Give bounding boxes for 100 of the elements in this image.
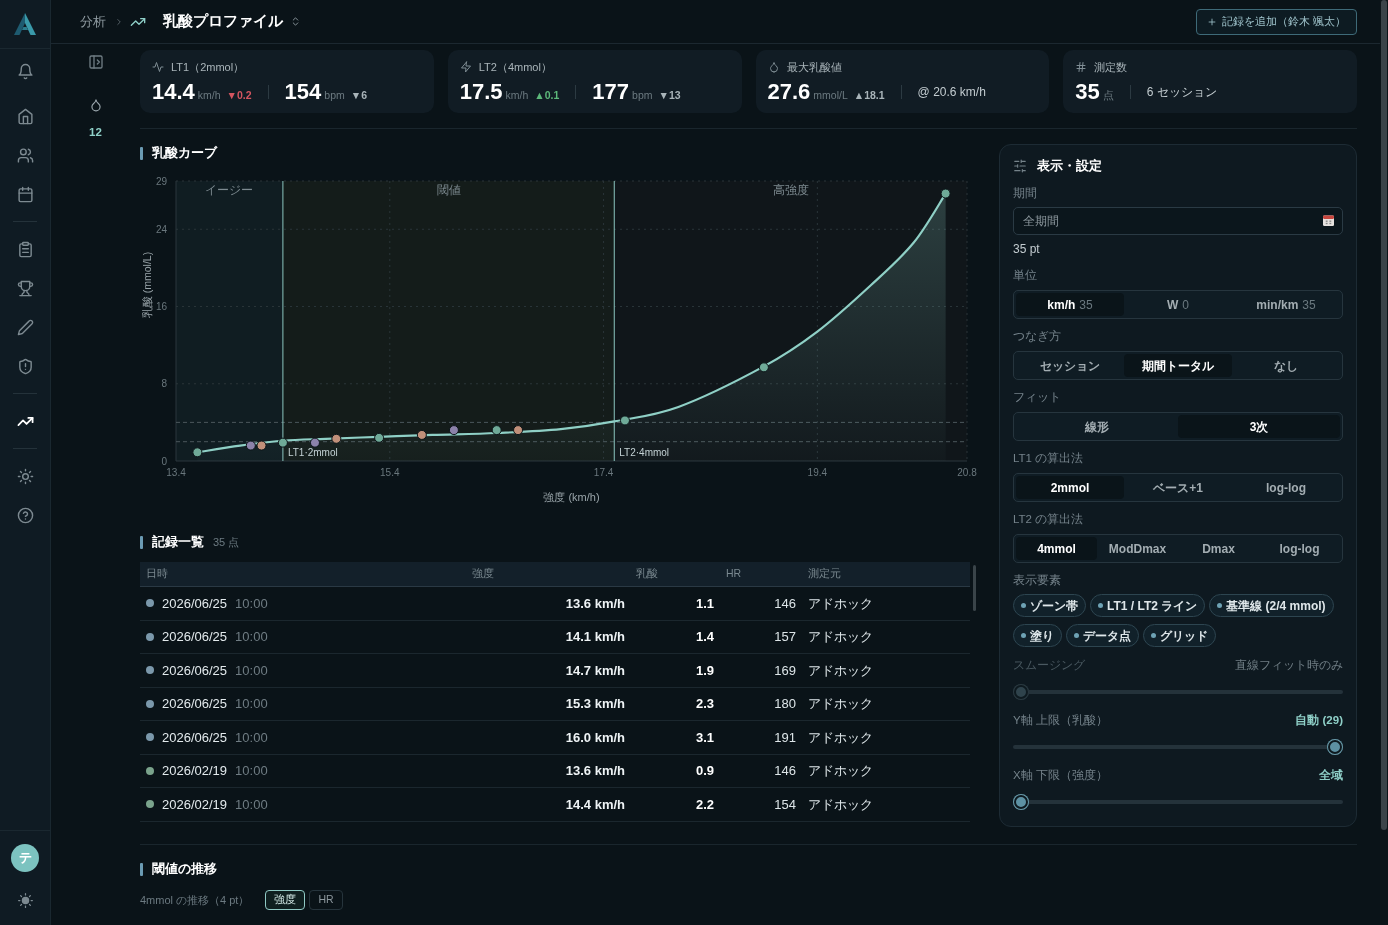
slider-value: 直線フィット時のみ (1235, 658, 1343, 674)
axis-tick-label: 16 (155, 301, 167, 312)
date-text: 2026/06/25 (162, 628, 228, 646)
table-cell-text: 169 (773, 661, 797, 680)
table-cell-text: 157 (773, 628, 797, 646)
table-cell-text: 15.3 km/h (564, 695, 626, 713)
table-cell-text: 146 (773, 594, 797, 613)
table-cell-text: 14.1 km/h (564, 628, 626, 646)
table-cell-text: 16.0 km/h (564, 728, 626, 747)
stat-delta: ▼0.2 (226, 88, 252, 103)
table-cell-text: 0.9 (694, 762, 715, 780)
field-label: 単位 (1013, 268, 1038, 282)
stat-delta: ▲18.1 (853, 88, 885, 103)
option-count: 0 (1182, 296, 1189, 314)
stat-delta: ▼6 (350, 88, 367, 103)
section-title: 閾値の推移 (152, 860, 217, 879)
table-cell-text: 3.1 (694, 728, 715, 747)
section-title: 記録一覧 (152, 533, 204, 552)
stat-unit: bpm (632, 88, 653, 103)
point-count: 35 pt (1013, 242, 1041, 256)
time-text: 10:00 (235, 762, 268, 780)
record-count: 35 点 (213, 534, 240, 550)
slider-value: 全域 (1319, 768, 1343, 784)
table-cell-text: 14.4 km/h (564, 795, 626, 814)
stat-unit: km/h (505, 88, 529, 103)
slider-value: 自動 (29) (1295, 713, 1343, 729)
table-cell-text: 1.1 (694, 594, 715, 613)
table-cell-text: 154 (773, 795, 797, 814)
option-count: 35 (1302, 296, 1316, 314)
stat-value: 27.6 (767, 79, 811, 105)
time-text: 10:00 (235, 594, 268, 613)
axis-tick-label: 29 (155, 175, 167, 187)
stat-value: 177 (592, 79, 630, 105)
date-text: 2026/06/25 (162, 728, 228, 747)
time-text: 10:00 (235, 628, 268, 646)
axis-title: 強度 (km/h) (543, 491, 600, 503)
date-text: 2026/06/25 (162, 594, 228, 613)
stat-note: @ 20.6 km/h (917, 84, 986, 101)
field-label: 期間 (1013, 186, 1038, 200)
axis-tick-label: 19.4 (807, 467, 828, 478)
threshold-label: LT1·2mmol (287, 447, 338, 458)
field-label: LT2 の算出法 (1013, 512, 1085, 526)
table-cell-text: 191 (773, 728, 797, 747)
date-text: 2026/06/25 (162, 661, 228, 680)
field-label: つなぎ方 (1013, 329, 1062, 343)
axis-tick-label: 15.4 (380, 467, 400, 478)
time-text: 10:00 (235, 695, 268, 713)
table-cell-text: 1.4 (694, 628, 715, 646)
page-title: 乳酸プロファイル (163, 11, 283, 32)
stat-unit: 点 (1102, 88, 1114, 103)
table-cell-text: アドホック (807, 762, 874, 780)
option-count: 35 (1079, 296, 1093, 314)
time-text: 10:00 (235, 661, 268, 680)
axis-tick-label: 20.8 (957, 467, 977, 478)
table-cell-text: 13.6 km/h (564, 762, 626, 780)
stat-value: 17.5 (459, 79, 503, 105)
table-cell-text: アドホック (807, 728, 874, 747)
stat-label: 測定数 (1094, 59, 1128, 75)
zone-label: 高強度 (772, 183, 809, 197)
section-subtitle: 4mmol の推移（4 pt） (140, 892, 250, 908)
date-text: 2026/06/25 (162, 695, 228, 713)
stat-value: 14.4 (152, 79, 195, 105)
slider-label: Y軸 上限（乳酸） (1013, 713, 1108, 729)
zone-label: 閾値 (436, 183, 461, 197)
table-cell-text: 2.2 (694, 795, 715, 814)
zone-label: イージー (205, 183, 254, 197)
axis-tick-label: 17.4 (593, 467, 614, 478)
count-label: 12 (89, 125, 102, 139)
date-text: 2026/02/19 (162, 795, 228, 814)
stat-note: 6 セッション (1146, 84, 1217, 101)
field-label: 表示要素 (1013, 573, 1062, 587)
stat-unit: bpm (324, 88, 345, 103)
table-cell-text: 1.9 (694, 661, 715, 680)
table-cell-text: アドホック (807, 594, 874, 613)
stat-value: 35 (1075, 79, 1100, 105)
stat-unit: mmol/L (813, 88, 848, 103)
field-label: フィット (1013, 390, 1062, 404)
axis-title: 乳酸 (mmol/L) (141, 251, 153, 319)
stat-label: 最大乳酸値 (786, 59, 842, 75)
table-cell-text: 14.7 km/h (564, 661, 626, 680)
stat-delta: ▼13 (658, 88, 681, 103)
axis-tick-label: 24 (155, 223, 167, 235)
table-cell-text: 2.3 (694, 695, 715, 713)
field-label: LT1 の算出法 (1013, 451, 1085, 465)
stat-unit: km/h (197, 88, 221, 103)
threshold-label: LT2·4mmol (619, 447, 670, 458)
date-text: 2026/02/19 (162, 762, 228, 780)
table-cell-text: アドホック (807, 695, 874, 713)
table-cell-text: アドホック (807, 795, 874, 814)
stat-label: LT2（4mmol） (478, 59, 552, 75)
table-cell-text: 180 (773, 695, 797, 713)
section-title: 乳酸カーブ (152, 144, 217, 163)
time-text: 10:00 (235, 728, 268, 747)
axis-tick-label: 8 (161, 378, 167, 390)
time-text: 10:00 (235, 795, 268, 814)
table-cell-text: アドホック (807, 628, 874, 646)
panel-title: 表示・設定 (1037, 157, 1102, 176)
stat-label: LT1（2mmol） (171, 59, 245, 75)
axis-tick-label: 0 (161, 455, 167, 467)
stat-delta: ▲0.1 (534, 88, 560, 103)
